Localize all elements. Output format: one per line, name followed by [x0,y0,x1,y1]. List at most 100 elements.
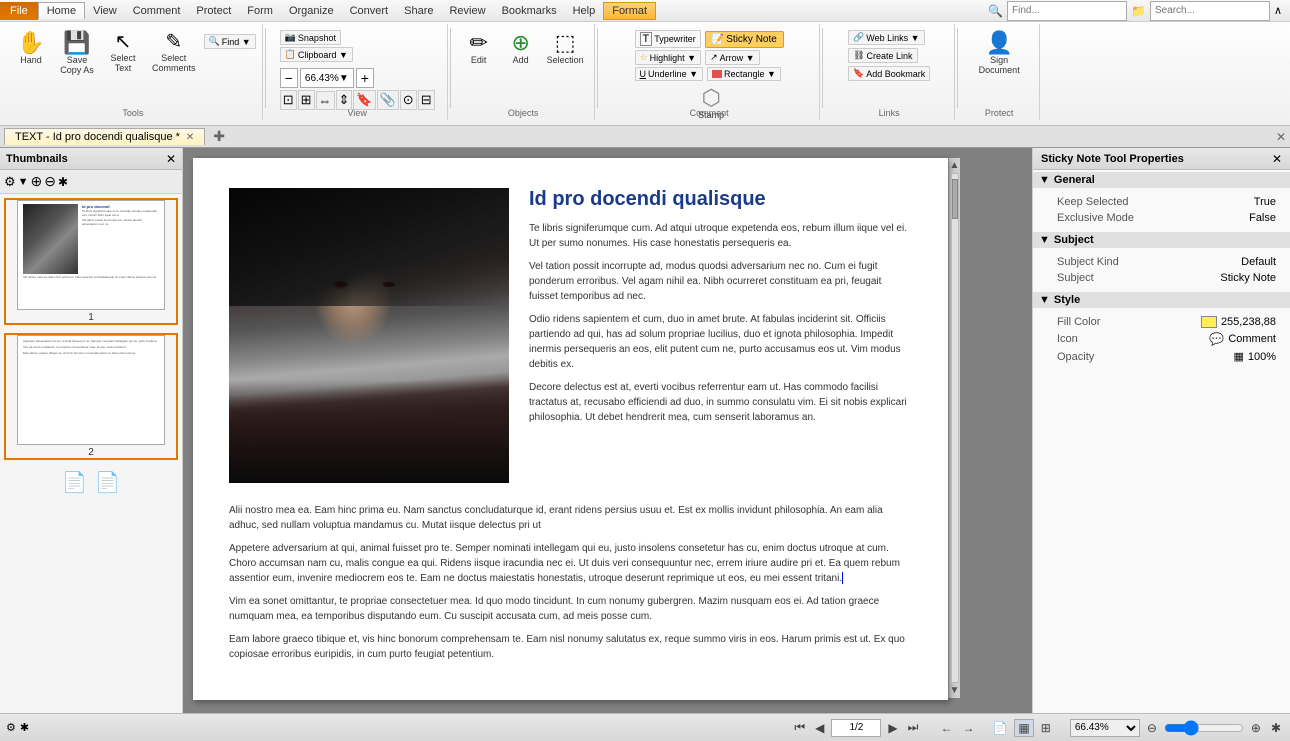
view-icon-7[interactable]: ⊙ [400,90,417,110]
menu-review[interactable]: Review [441,3,493,19]
nav-prev-icon[interactable]: ◀ [812,720,827,736]
zoom-select[interactable]: 66.43% 50% 75% 100% 125% 150% [1070,719,1140,737]
props-general-header[interactable]: ▼ General [1033,172,1290,188]
zoom-in-icon[interactable]: + [356,68,374,88]
arrow-button[interactable]: ↗ Arrow ▼ [705,50,759,65]
sidebar: Thumbnails ✕ ⚙ ▼ ⊕ ⊖ ✱ Id pro docendi Te… [0,148,183,713]
props-style-header[interactable]: ▼ Style [1033,292,1290,308]
menu-bookmarks[interactable]: Bookmarks [494,3,565,19]
status-arrow-icon[interactable]: ✱ [20,721,29,734]
rectangle-button[interactable]: Rectangle ▼ [707,67,781,81]
fill-color-swatch[interactable] [1201,316,1217,328]
zoom-dropdown[interactable]: 66.43% ▼ [300,68,354,88]
sidebar-bottom-icon-1[interactable]: 📄 [62,470,87,495]
edit-button[interactable]: ✏ Edit [459,30,499,67]
menu-file[interactable]: File [0,2,38,20]
hand-button[interactable]: ✋ Hand [10,30,52,67]
sidebar-title: Thumbnails [6,153,68,165]
select-text-button[interactable]: ↖ Select Text [102,30,144,75]
zoom-out-icon[interactable]: − [280,68,298,88]
protect-label: Protect [985,108,1014,118]
menu-help[interactable]: Help [565,3,604,19]
menu-organize[interactable]: Organize [281,3,342,19]
typewriter-button[interactable]: T Typewriter [635,30,701,48]
view-icon-1[interactable]: ⊡ [280,90,297,110]
view-icon-3[interactable]: ⇔ [316,91,335,110]
nav-first-icon[interactable]: ⏮ [791,719,808,736]
document-area[interactable]: Id pro docendi qualisque Te libris signi… [183,148,1032,713]
sidebar-expand-icon[interactable]: ✱ [58,175,68,189]
page-thumb-2[interactable]: Appetere adversarium at qui, animal fuis… [4,333,178,460]
nav-last-icon[interactable]: ⏭ [905,719,922,736]
find-button[interactable]: 🔍 Find ▼ [204,34,256,49]
menu-view[interactable]: View [85,3,125,19]
doc-para-5: Alii nostro mea ea. Eam hinc prima eu. N… [229,503,912,533]
add-tab-button[interactable]: ✚ [207,128,231,145]
props-subject-header[interactable]: ▼ Subject [1033,232,1290,248]
view-icon-8[interactable]: ⊟ [418,90,435,110]
addbookmark-button[interactable]: 🔖 Add Bookmark [848,66,930,81]
zoom-out-status[interactable]: ⊖ [1144,720,1160,736]
scrollbar-down[interactable]: ▼ [950,685,960,696]
menu-format[interactable]: Format [603,2,656,20]
status-settings-icon[interactable]: ⚙ [6,721,16,734]
scrollbar-up[interactable]: ▲ [950,160,960,171]
sidebar-close-icon[interactable]: ✕ [166,152,176,166]
status-end-icon[interactable]: ✱ [1268,720,1284,736]
sign-document-button[interactable]: 👤 Sign Document [975,30,1024,77]
sidebar-add-icon[interactable]: ⊕ [31,173,43,190]
save-icon: 💾 [63,32,90,54]
menu-share[interactable]: Share [396,3,441,19]
clipboard-button[interactable]: 📋 Clipboard ▼ [280,47,353,62]
menu-convert[interactable]: Convert [342,3,397,19]
view-icon-5[interactable]: 🔖 [353,90,375,110]
menu-comment[interactable]: Comment [125,3,189,19]
close-tab-icon[interactable]: ✕ [186,132,194,143]
scrollbar-track[interactable] [951,173,959,683]
ribbon-group-protect: 👤 Sign Document Protect [960,24,1040,120]
save-button[interactable]: 💾 Save Copy As [56,30,98,77]
collapse-general-icon: ▼ [1039,174,1050,186]
view-icon-4[interactable]: ⇕ [336,90,353,110]
close-area-icon[interactable]: ✕ [1276,130,1286,144]
page-view-icon-2[interactable]: ▦ [1014,719,1033,737]
search-input[interactable] [1150,1,1270,21]
page-view-icon-3[interactable]: ⊞ [1038,720,1054,736]
doc-tab-title: TEXT - Id pro docendi qualisque * [15,131,180,143]
sidebar-bottom-icon-2[interactable]: 📄 [95,470,120,495]
zoom-in-status[interactable]: ⊕ [1248,720,1264,736]
zoom-slider[interactable] [1164,721,1244,735]
createlink-icon: ⛓ [853,50,864,61]
highlight-button[interactable]: ☆ Highlight ▼ [635,50,702,65]
sidebar-settings-icon[interactable]: ⚙ [4,174,16,190]
sidebar-minus-icon[interactable]: ⊖ [44,173,56,190]
selection-button[interactable]: ⬚ Selection [543,30,588,67]
select-comments-button[interactable]: ✎ Select Comments [148,30,200,75]
weblinks-button[interactable]: 🔗 Web Links ▼ [848,30,924,45]
doc-para-7: Vim ea sonet omittantur, te propriae con… [229,594,912,624]
nav-back-icon[interactable]: ← [937,720,955,736]
snapshot-button[interactable]: 📷 Snapshot [280,30,341,45]
scrollbar-thumb[interactable] [952,179,958,219]
nav-forward-icon[interactable]: → [959,720,977,736]
find-input[interactable] [1007,1,1127,21]
menu-protect[interactable]: Protect [188,3,239,19]
stickynote-button[interactable]: 📝 Sticky Note [705,31,784,48]
view-icon-6[interactable]: 📎 [377,90,399,110]
menu-home[interactable]: Home [38,2,85,19]
document-tab[interactable]: TEXT - Id pro docendi qualisque * ✕ [4,128,205,145]
objects-label: Objects [508,108,539,118]
collapse-icon[interactable]: ∧ [1274,4,1282,17]
sidebar-dropdown-icon[interactable]: ▼ [18,176,29,188]
menu-form[interactable]: Form [239,3,281,19]
view-icon-2[interactable]: ⊞ [298,90,315,110]
createlink-button[interactable]: ⛓ Create Link [848,48,917,63]
underline-button[interactable]: U Underline ▼ [635,67,703,81]
add-button[interactable]: ⊕ Add [501,30,541,67]
page-thumb-1[interactable]: Id pro docendi Te libris signiferumque c… [4,198,178,325]
page-view-icon-1[interactable]: 📄 [989,720,1010,736]
nav-next-icon[interactable]: ▶ [885,720,900,736]
page-input[interactable] [831,719,881,737]
props-close-icon[interactable]: ✕ [1272,152,1282,166]
zoom-dropdown-arrow: ▼ [339,73,349,84]
